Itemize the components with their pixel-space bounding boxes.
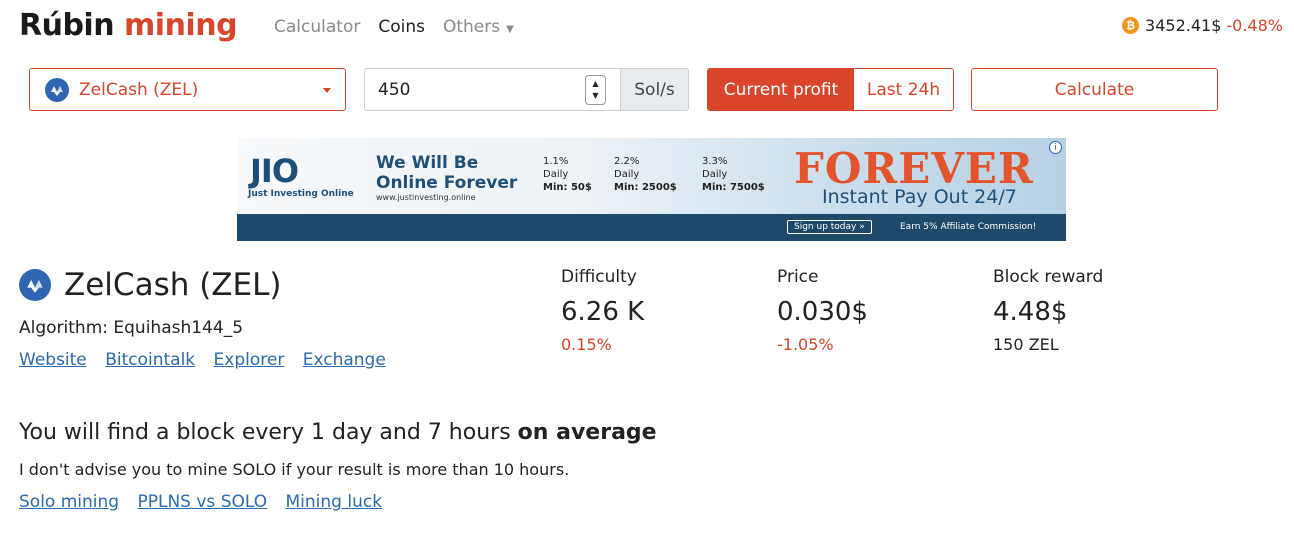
hashrate-stepper[interactable]: ▲ ▼: [585, 75, 606, 105]
site-logo[interactable]: Rúbin mining: [19, 8, 238, 43]
block-find-emphasis: on average: [517, 420, 657, 445]
stat-label: Difficulty: [561, 267, 637, 287]
ad-headline: We Will Be Online Forever: [376, 153, 517, 193]
ad-rate-period: Daily: [614, 169, 640, 180]
ad-affiliate-text: Earn 5% Affiliate Commission!: [900, 222, 1037, 232]
stat-value: 6.26 K: [561, 297, 645, 327]
stat-value: 4.48$: [993, 297, 1068, 327]
ad-signup-button[interactable]: Sign up today »: [787, 220, 872, 234]
ad-rate-pct: 2.2%: [614, 156, 640, 167]
main-nav: Calculator Coins Others ▼: [274, 17, 550, 37]
btc-ticker: ₿ 3452.41$ -0.48%: [1122, 16, 1283, 35]
stat-price: Price 0.030$ -1.05%: [777, 267, 868, 354]
logo-text-mining: mining: [124, 8, 238, 43]
stepper-down-icon[interactable]: ▼: [592, 90, 598, 102]
stat-value: 0.030$: [777, 297, 868, 327]
calculate-button[interactable]: Calculate: [971, 68, 1218, 111]
link-pplns-vs-solo[interactable]: PPLNS vs SOLO: [137, 492, 267, 512]
ad-banner[interactable]: JIO Just Investing Online We Will Be Onl…: [237, 138, 1066, 241]
stepper-up-icon[interactable]: ▲: [592, 78, 598, 90]
ad-rate-1: 1.1% Daily Min: 50$: [543, 155, 592, 194]
stat-reward-coins: 150 ZEL: [993, 335, 1059, 354]
ad-headline-line1: We Will Be: [376, 153, 479, 173]
stat-change: 0.15%: [561, 335, 612, 354]
ad-jio-subtitle: Just Investing Online: [248, 189, 354, 199]
ad-url: www.justinvesting.online: [376, 193, 476, 202]
stat-difficulty: Difficulty 6.26 K 0.15%: [561, 267, 644, 354]
info-icon[interactable]: i: [1049, 141, 1062, 154]
zelcash-logo-icon: [19, 269, 51, 301]
hashrate-input[interactable]: [364, 68, 620, 111]
mining-links: Solo mining PPLNS vs SOLO Mining luck: [19, 492, 395, 512]
last-24h-button[interactable]: Last 24h: [854, 69, 953, 110]
ad-jio-logo: JIO: [250, 152, 299, 190]
ad-rate-min: Min: 50$: [543, 182, 592, 193]
coin-select-value: ZelCash (ZEL): [79, 79, 199, 100]
ad-rate-min: Min: 2500$: [614, 182, 677, 193]
nav-coins[interactable]: Coins: [378, 17, 425, 37]
link-bitcointalk[interactable]: Bitcointalk: [105, 350, 195, 370]
link-explorer[interactable]: Explorer: [214, 350, 285, 370]
link-website[interactable]: Website: [19, 350, 87, 370]
stat-label: Block reward: [993, 267, 1104, 287]
link-solo-mining[interactable]: Solo mining: [19, 492, 119, 512]
chevron-down-icon: ▼: [506, 24, 514, 35]
hashrate-unit: Sol/s: [620, 68, 689, 111]
logo-text-rubin: Rúbin: [19, 8, 115, 43]
ad-rate-period: Daily: [702, 169, 728, 180]
ad-rate-pct: 3.3%: [702, 156, 728, 167]
nav-calculator[interactable]: Calculator: [274, 17, 360, 37]
ad-rate-pct: 1.1%: [543, 156, 569, 167]
solo-advice: I don't advise you to mine SOLO if your …: [19, 460, 570, 479]
stat-block-reward: Block reward 4.48$ 150 ZEL: [993, 267, 1103, 354]
ad-rate-min: Min: 7500$: [702, 182, 765, 193]
coin-links: Website Bitcointalk Explorer Exchange: [19, 350, 399, 370]
btc-change: -0.48%: [1226, 16, 1283, 35]
ad-rate-2: 2.2% Daily Min: 2500$: [614, 155, 677, 194]
link-exchange[interactable]: Exchange: [303, 350, 386, 370]
coin-heading: ZelCash (ZEL): [19, 267, 282, 303]
ad-rate-period: Daily: [543, 169, 569, 180]
block-find-text: You will find a block every 1 day and 7 …: [19, 420, 511, 445]
zelcash-logo-icon: [45, 77, 69, 102]
ad-rate-3: 3.3% Daily Min: 7500$: [702, 155, 765, 194]
profit-mode-toggle: Current profit Last 24h: [707, 68, 954, 111]
stat-label: Price: [777, 267, 819, 287]
ad-headline-line2: Online Forever: [376, 173, 518, 193]
bitcoin-icon: ₿: [1122, 17, 1140, 34]
ad-payout: Instant Pay Out 24/7: [822, 186, 1017, 208]
btc-price: 3452.41$: [1145, 16, 1222, 35]
nav-others[interactable]: Others ▼: [443, 17, 532, 37]
current-profit-button[interactable]: Current profit: [708, 69, 854, 110]
chevron-down-icon: [323, 88, 331, 93]
coin-algorithm: Algorithm: Equihash144_5: [19, 318, 244, 338]
coin-select[interactable]: ZelCash (ZEL): [29, 68, 346, 111]
nav-others-label: Others: [442, 17, 501, 37]
coin-name: ZelCash (ZEL): [64, 267, 282, 303]
stat-change: -1.05%: [777, 335, 834, 354]
link-mining-luck[interactable]: Mining luck: [286, 492, 383, 512]
hashrate-group: ▲ ▼ Sol/s: [364, 68, 689, 111]
block-find-title: You will find a block every 1 day and 7 …: [19, 420, 657, 445]
